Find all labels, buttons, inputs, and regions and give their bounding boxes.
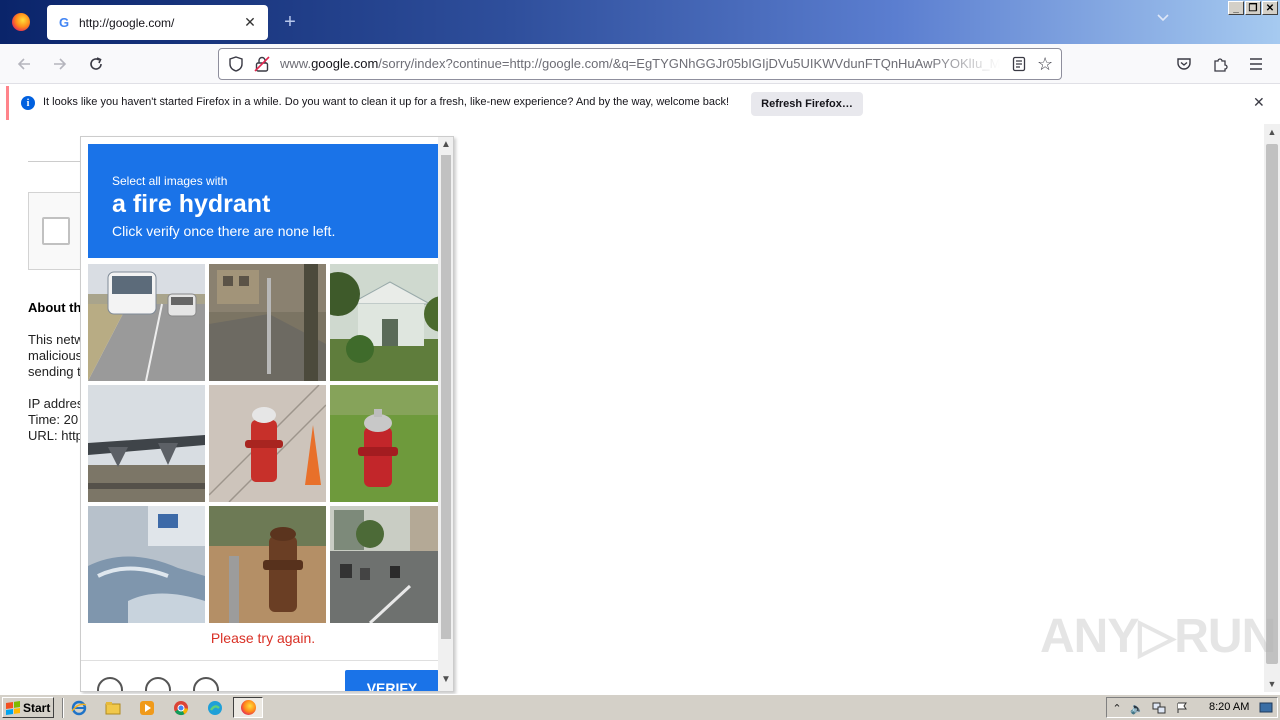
navigation-toolbar: www.google.com/sorry/index?continue=http… — [0, 44, 1280, 84]
challenge-target: a fire hydrant — [112, 190, 271, 218]
url-path: /sorry/index?continue=http://google.com/… — [378, 56, 1000, 71]
challenge-instruction: Select all images with — [112, 174, 228, 188]
challenge-scroll-thumb[interactable] — [441, 155, 451, 639]
about-text-line-1: This netw — [28, 332, 84, 347]
tile-bus-on-road[interactable] — [88, 264, 205, 381]
close-window-icon[interactable]: ✕ — [1262, 1, 1278, 15]
tracking-protection-shield-icon[interactable] — [227, 55, 245, 73]
close-notification-icon[interactable]: ✕ — [1253, 94, 1265, 111]
challenge-scroll-down-icon[interactable]: ▼ — [438, 672, 453, 688]
firefox-taskbar-icon — [240, 700, 256, 715]
about-text-line-3: sending t — [28, 364, 81, 379]
extensions-puzzle-icon[interactable] — [1210, 54, 1230, 74]
tile-brown-hydrant-sidewalk[interactable] — [209, 506, 326, 623]
media-player-icon[interactable] — [138, 699, 156, 717]
taskbar-separator — [62, 698, 64, 718]
audio-challenge-icon[interactable] — [145, 677, 171, 691]
network-icon[interactable] — [1152, 701, 1166, 715]
about-heading: About th — [28, 300, 82, 315]
url-domain: google.com — [311, 56, 379, 71]
about-text-line-2: malicious — [28, 348, 83, 363]
chrome-icon[interactable] — [172, 699, 190, 717]
minimize-window-icon[interactable]: _ — [1228, 1, 1244, 15]
divider — [28, 161, 88, 162]
recaptcha-challenge: Select all images with a fire hydrant Cl… — [80, 136, 454, 692]
tab-title: http://google.com/ — [79, 15, 175, 30]
taskbar: Start ⌃ 🔈 8:20 AM — [0, 694, 1280, 720]
url-prefix: www. — [280, 56, 312, 71]
verify-button[interactable]: VERIFY — [345, 670, 439, 691]
reload-icon[interactable] — [84, 52, 108, 76]
start-button[interactable]: Start — [2, 697, 54, 718]
page-scroll-thumb[interactable] — [1266, 144, 1278, 664]
challenge-image-grid — [88, 264, 447, 623]
notification-message: It looks like you haven't started Firefo… — [43, 96, 730, 108]
tab-strip: G http://google.com/ ✕ + _ ❐ ✕ — [0, 0, 1280, 44]
tile-red-hydrant-with-cone[interactable] — [209, 385, 326, 502]
google-favicon-icon: G — [58, 15, 70, 30]
show-hidden-icons-icon[interactable]: ⌃ — [1110, 701, 1124, 715]
start-label: Start — [23, 700, 51, 715]
insecure-lock-icon[interactable] — [253, 55, 271, 73]
url-text[interactable]: www.google.com/sorry/index?continue=http… — [280, 56, 1000, 74]
tile-parked-cars[interactable] — [88, 506, 205, 623]
help-icon[interactable] — [193, 677, 219, 691]
back-arrow-icon[interactable] — [12, 52, 36, 76]
anyrun-watermark: ANY▷RUN — [1040, 610, 1276, 663]
internet-explorer-icon[interactable] — [70, 699, 88, 717]
page-scrollbar[interactable]: ▲ ▼ — [1264, 124, 1280, 692]
tab-close-icon[interactable]: ✕ — [242, 14, 258, 31]
bookmark-star-icon[interactable]: ☆ — [1037, 54, 1053, 74]
challenge-header: Select all images with a fire hydrant Cl… — [88, 144, 438, 258]
tab-google[interactable]: G http://google.com/ ✕ — [47, 5, 268, 40]
recaptcha-anchor[interactable] — [28, 192, 88, 270]
volume-icon[interactable]: 🔈 — [1130, 701, 1144, 715]
tile-sidewalk-pole[interactable] — [209, 264, 326, 381]
restore-window-icon[interactable]: ❐ — [1245, 1, 1261, 15]
reader-view-icon[interactable] — [1011, 56, 1027, 72]
recaptcha-checkbox[interactable] — [42, 217, 70, 245]
refresh-firefox-notification: i It looks like you haven't started Fire… — [6, 86, 1276, 120]
refresh-firefox-button[interactable]: Refresh Firefox… — [751, 92, 863, 116]
tile-train-station-roof[interactable] — [88, 385, 205, 502]
action-center-flag-icon[interactable] — [1175, 701, 1189, 715]
info-icon: i — [21, 96, 35, 110]
show-desktop-icon[interactable] — [1259, 701, 1273, 715]
new-tab-icon[interactable]: + — [278, 10, 302, 34]
challenge-scrollbar[interactable]: ▲ ▼ — [438, 137, 453, 691]
url-bar[interactable]: www.google.com/sorry/index?continue=http… — [218, 48, 1062, 80]
scroll-down-arrow-icon[interactable]: ▼ — [1264, 676, 1280, 692]
hamburger-menu-icon[interactable] — [1246, 54, 1266, 74]
challenge-footer-divider — [81, 660, 438, 661]
pocket-icon[interactable] — [1174, 54, 1194, 74]
file-explorer-icon[interactable] — [104, 699, 122, 717]
tile-busy-street[interactable] — [330, 506, 447, 623]
reload-challenge-icon[interactable] — [97, 677, 123, 691]
windows-logo-icon — [6, 700, 20, 715]
taskbar-firefox-window[interactable] — [233, 697, 263, 718]
challenge-error-message: Please try again. — [210, 630, 316, 646]
system-tray: ⌃ 🔈 8:20 AM — [1106, 697, 1278, 718]
scroll-up-arrow-icon[interactable]: ▲ — [1264, 124, 1280, 140]
tile-house-with-trees[interactable] — [330, 264, 447, 381]
forward-arrow-icon[interactable] — [48, 52, 72, 76]
firefox-logo-icon — [12, 13, 30, 31]
time-line: Time: 20 — [28, 412, 79, 427]
challenge-hint: Click verify once there are none left. — [112, 223, 336, 239]
edge-icon[interactable] — [206, 699, 224, 717]
firefox-menu-button[interactable] — [0, 0, 42, 44]
tile-red-hydrant-on-grass[interactable] — [330, 385, 447, 502]
ip-address-line: IP addres — [28, 396, 84, 411]
url-line: URL: http — [28, 428, 83, 443]
taskbar-clock[interactable]: 8:20 AM — [1209, 701, 1249, 713]
list-all-tabs-icon[interactable] — [1156, 12, 1170, 26]
challenge-scroll-up-icon[interactable]: ▲ — [438, 137, 453, 153]
